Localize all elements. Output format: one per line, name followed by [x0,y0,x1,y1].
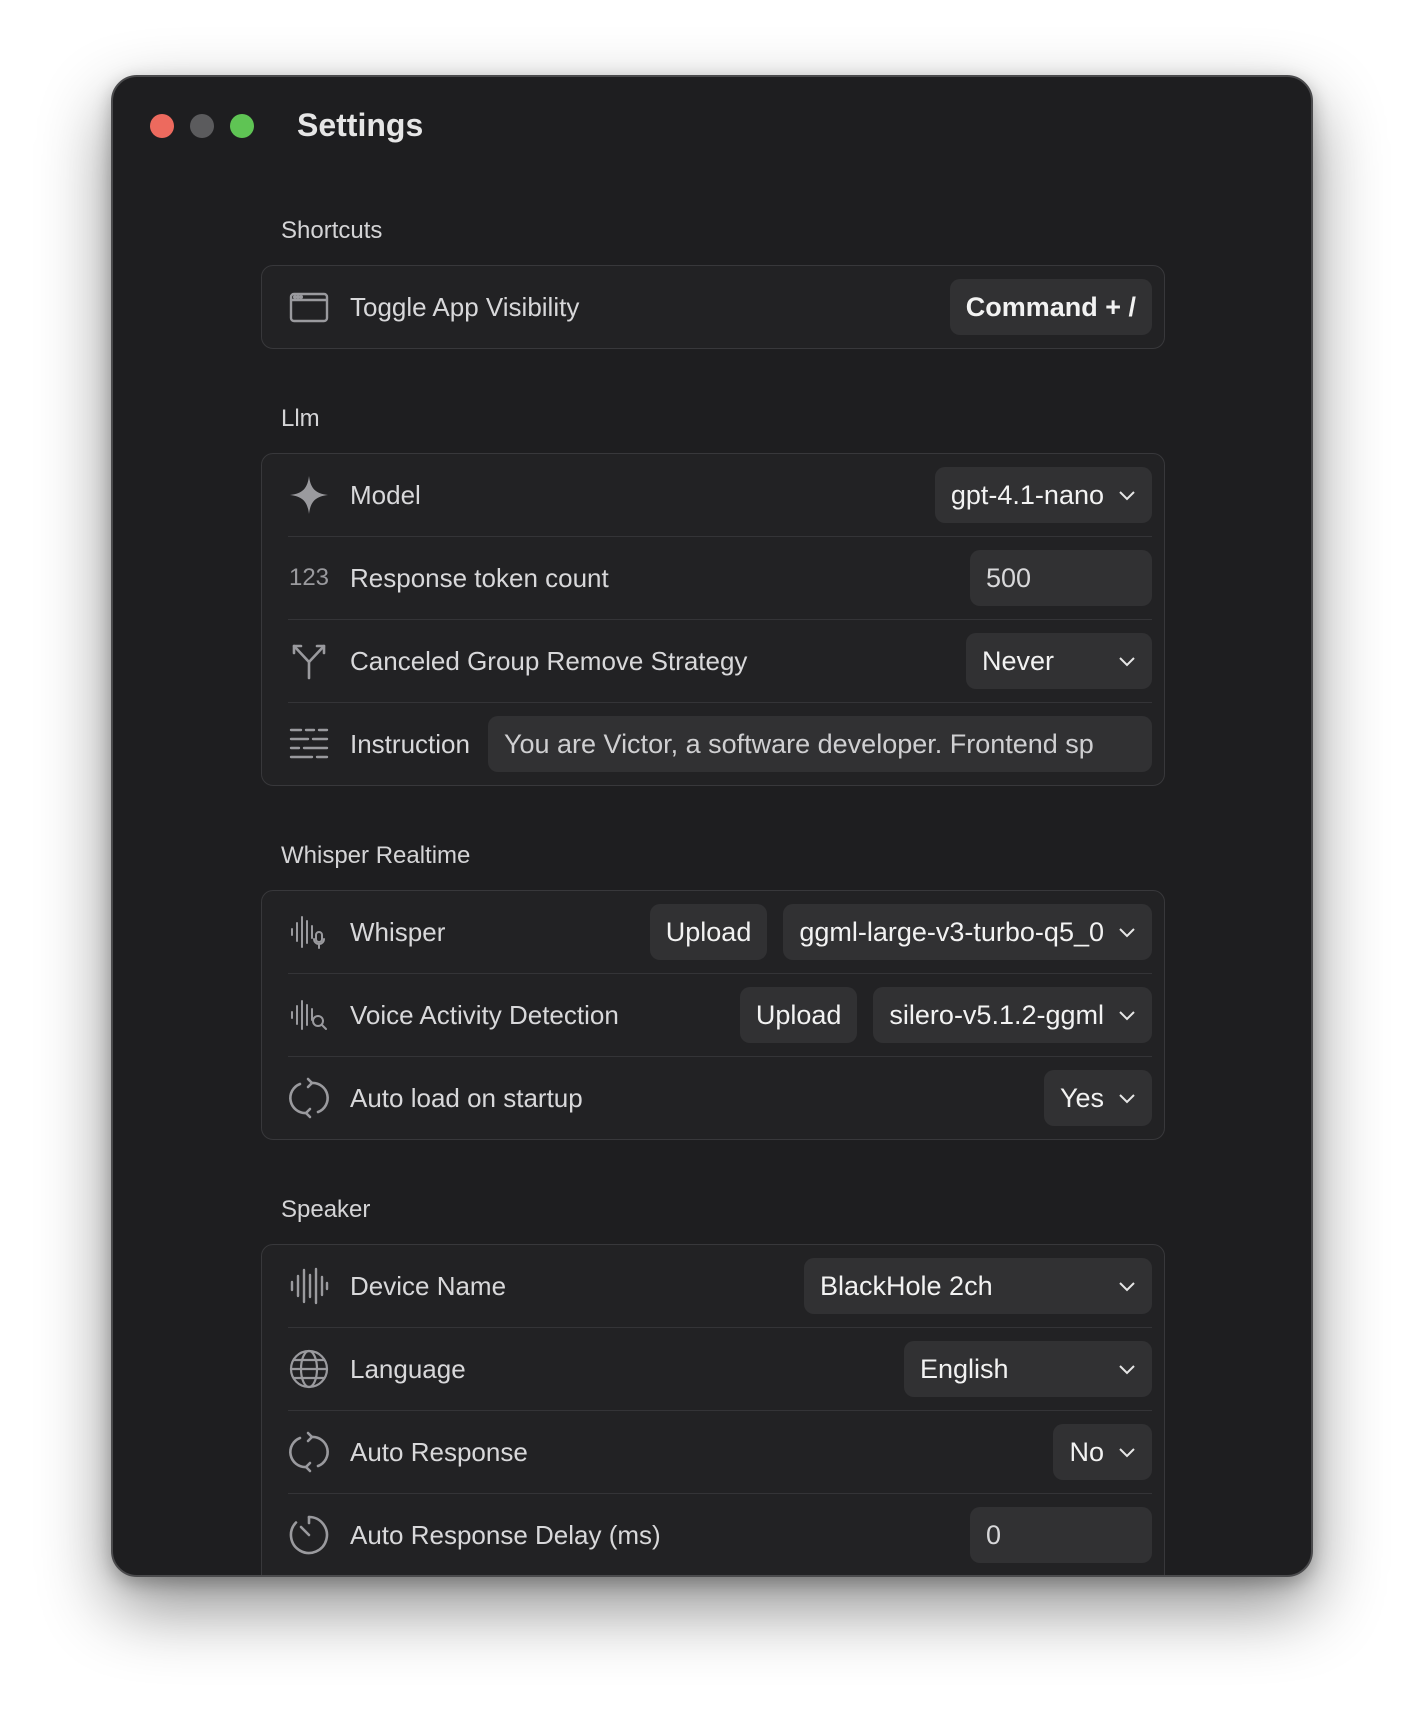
sparkle-icon [288,474,330,516]
device-name-label: Device Name [350,1270,507,1301]
device-name-select[interactable]: BlackHole 2ch [804,1258,1152,1314]
whisper-row: Whisper Upload ggml-large-v3-turbo-q5_0 [288,891,1152,974]
waveform-icon [288,1265,330,1307]
auto-load-value: Yes [1059,1082,1104,1113]
auto-load-row: Auto load on startup Yes [288,1057,1152,1139]
minimize-window-button[interactable] [190,114,214,138]
refresh-icon [288,1431,330,1473]
chevron-down-icon [1119,657,1135,667]
vad-upload-button[interactable]: Upload [739,987,858,1043]
auto-load-select[interactable]: Yes [1043,1070,1152,1126]
section-title-speaker: Speaker [281,1196,371,1223]
text-lines-icon [288,723,330,765]
device-name-row: Device Name BlackHole 2ch [288,1245,1152,1328]
vad-model-select[interactable]: silero-v5.1.2-ggml [873,987,1152,1043]
model-row: Model gpt-4.1-nano [288,454,1152,537]
language-value: English [920,1353,1009,1384]
llm-group: Model gpt-4.1-nano 123 Response token co… [261,453,1165,786]
chevron-down-icon [1119,1365,1135,1375]
device-name-value: BlackHole 2ch [820,1270,993,1301]
response-token-count-row: 123 Response token count 500 [288,537,1152,620]
auto-response-select[interactable]: No [1053,1424,1152,1480]
window-icon [288,286,330,328]
response-token-count-input[interactable]: 500 [970,550,1152,606]
canceled-group-remove-strategy-row: Canceled Group Remove Strategy Never [288,620,1152,703]
section-title-llm: Llm [281,405,320,432]
close-window-button[interactable] [150,114,174,138]
whisper-label: Whisper [350,916,446,947]
canceled-group-remove-strategy-label: Canceled Group Remove Strategy [350,645,748,676]
model-select[interactable]: gpt-4.1-nano [934,467,1152,523]
auto-response-delay-input[interactable]: 0 [970,1507,1152,1563]
chevron-down-icon [1119,1282,1135,1292]
auto-response-row: Auto Response No [288,1411,1152,1494]
number-icon: 123 [288,564,330,591]
shortcuts-group: Toggle App Visibility Command + / [261,265,1165,349]
auto-response-delay-row: Auto Response Delay (ms) 0 [288,1494,1152,1575]
speaker-group: Device Name BlackHole 2ch Language Engli… [261,1244,1165,1575]
section-title-whisper-realtime: Whisper Realtime [281,842,471,869]
chevron-down-icon [1119,1011,1135,1021]
chevron-down-icon [1119,928,1135,938]
maximize-window-button[interactable] [230,114,254,138]
instruction-input[interactable]: You are Victor, a software developer. Fr… [487,716,1152,772]
whisper-upload-button[interactable]: Upload [649,904,768,960]
section-title-shortcuts: Shortcuts [281,217,383,244]
voice-activity-detection-label: Voice Activity Detection [350,999,619,1030]
remove-strategy-value: Never [982,645,1055,676]
branch-icon [288,640,330,682]
toggle-app-visibility-label: Toggle App Visibility [350,291,580,322]
auto-load-label: Auto load on startup [350,1082,583,1113]
response-token-count-label: Response token count [350,562,609,593]
model-select-value: gpt-4.1-nano [950,479,1104,510]
window-controls [150,114,254,138]
language-row: Language English [288,1328,1152,1411]
language-label: Language [350,1353,466,1384]
window-title: Settings [297,107,424,143]
remove-strategy-select[interactable]: Never [966,633,1152,689]
toggle-app-visibility-row: Toggle App Visibility Command + / [288,266,1152,348]
instruction-row: Instruction You are Victor, a software d… [288,703,1152,785]
timer-icon [288,1514,330,1556]
settings-content: Shortcuts Toggle App Visibility Command … [261,217,1165,1575]
auto-response-delay-label: Auto Response Delay (ms) [350,1519,661,1550]
instruction-label: Instruction [350,728,470,759]
globe-icon [288,1348,330,1390]
chevron-down-icon [1119,1448,1135,1458]
chevron-down-icon [1119,491,1135,501]
model-label: Model [350,479,421,510]
voice-activity-detection-row: Voice Activity Detection Upload silero-v… [288,974,1152,1057]
waveform-search-icon [288,994,330,1036]
instruction-input-value: You are Victor, a software developer. Fr… [503,728,1094,759]
settings-window: Settings Shortcuts Toggle App Visibility… [111,75,1313,1577]
auto-response-label: Auto Response [350,1436,528,1467]
waveform-mic-icon [288,911,330,953]
vad-model-value: silero-v5.1.2-ggml [889,999,1104,1030]
whisper-realtime-group: Whisper Upload ggml-large-v3-turbo-q5_0 … [261,890,1165,1140]
shortcut-recorder-button[interactable]: Command + / [949,279,1152,335]
language-select[interactable]: English [904,1341,1152,1397]
whisper-model-select[interactable]: ggml-large-v3-turbo-q5_0 [783,904,1152,960]
refresh-icon [288,1077,330,1119]
auto-response-value: No [1069,1436,1104,1467]
chevron-down-icon [1119,1094,1135,1104]
whisper-model-value: ggml-large-v3-turbo-q5_0 [799,916,1104,947]
